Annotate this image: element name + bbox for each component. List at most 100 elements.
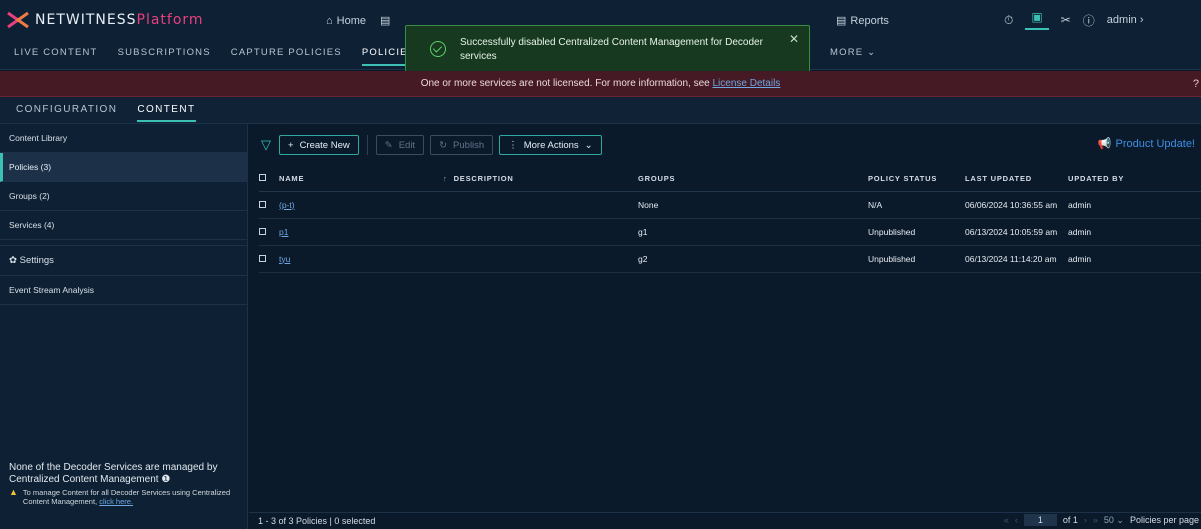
success-toast: Successfully disabled Centralized Conten…	[405, 25, 810, 74]
check-circle-icon	[430, 41, 446, 57]
last-page-icon[interactable]: »	[1093, 515, 1098, 525]
header-actions: ⏱ ▣ ✂ ⓘ admin ›	[1004, 10, 1144, 30]
next-page-icon[interactable]: ›	[1084, 515, 1087, 525]
sidebar-item-content-library[interactable]: Content Library	[0, 124, 247, 153]
close-icon[interactable]: ✕	[789, 32, 799, 46]
sidebar-item-settings[interactable]: ✿ Settings	[0, 246, 247, 276]
nav-investigate[interactable]: ▤	[380, 14, 394, 27]
tab-configuration[interactable]: CONFIGURATION	[16, 104, 117, 122]
banner-text: One or more services are not licensed. F…	[420, 78, 710, 89]
row-groups: None	[638, 191, 868, 219]
row-description	[443, 191, 638, 219]
row-groups: g2	[638, 245, 868, 273]
tools-icon[interactable]: ✂	[1061, 13, 1071, 27]
gear-icon: ✿	[9, 255, 17, 266]
row-updated-by: admin	[1068, 191, 1201, 219]
prev-page-icon[interactable]: ‹	[1015, 515, 1018, 525]
filter-icon[interactable]: ▽	[261, 137, 271, 153]
table-header-row: NAME ↑ DESCRIPTION GROUPS POLICY STATUS L…	[259, 167, 1201, 192]
reports-icon: ▤	[836, 15, 847, 27]
col-updated-by[interactable]: UPDATED BY	[1068, 167, 1201, 192]
sort-up-icon: ↑	[443, 174, 448, 184]
table-row[interactable]: p1 g1 Unpublished 06/13/2024 10:05:59 am…	[259, 218, 1201, 246]
col-policy-status[interactable]: POLICY STATUS	[868, 167, 965, 192]
row-description	[443, 245, 638, 273]
row-checkbox[interactable]	[259, 200, 266, 208]
page-count: of 1	[1062, 515, 1078, 525]
row-checkbox[interactable]	[259, 227, 266, 235]
admin-subnav: LIVE CONTENT SUBSCRIPTIONS CAPTURE POLIC…	[14, 47, 875, 66]
table-footer: 1 - 3 of 3 Policies | 0 selected « ‹ 1 o…	[249, 512, 1201, 529]
product-update-link[interactable]: 📢 Product Update!	[1097, 137, 1195, 151]
policy-name-link[interactable]: (p-t)	[279, 200, 295, 210]
banner-help-icon[interactable]: ?	[1193, 71, 1199, 97]
document-icon: ▤	[380, 15, 391, 27]
app-logo[interactable]: NETWITNESSPlatform	[6, 10, 204, 30]
refresh-icon: ↻	[439, 139, 448, 151]
row-checkbox[interactable]	[259, 254, 266, 262]
col-groups[interactable]: GROUPS	[638, 167, 868, 192]
tab-content[interactable]: CONTENT	[137, 104, 196, 122]
more-actions-button[interactable]: ⋮ More Actions ⌄	[499, 135, 602, 155]
nav-home-label: Home	[336, 14, 366, 27]
megaphone-icon: 📢	[1097, 138, 1112, 150]
sidebar-item-event-stream[interactable]: Event Stream Analysis	[0, 276, 247, 305]
table-row[interactable]: tyu g2 Unpublished 06/13/2024 11:14:20 a…	[259, 245, 1201, 273]
row-last-updated: 06/06/2024 10:36:55 am	[965, 191, 1068, 219]
warning-icon: ▲	[9, 487, 18, 497]
user-menu[interactable]: admin ›	[1107, 14, 1144, 26]
main-panel: ▽ + Create New ✎ Edit ↻ Publish ⋮ More Actio…	[249, 124, 1201, 529]
sidebar-item-groups[interactable]: Groups (2)	[0, 182, 247, 211]
pagination: « ‹ 1 of 1 › » 50 ⌄ Policies per page	[1004, 514, 1199, 526]
col-name[interactable]: NAME	[279, 167, 443, 192]
netwitness-logo-icon	[6, 11, 30, 29]
row-last-updated: 06/13/2024 10:05:59 am	[965, 218, 1068, 246]
first-page-icon[interactable]: «	[1004, 515, 1009, 525]
timer-icon[interactable]: ⏱	[1004, 13, 1013, 28]
subnav-live-content[interactable]: LIVE CONTENT	[14, 47, 98, 66]
nav-reports[interactable]: ▤ Reports	[836, 14, 889, 28]
row-groups: g1	[638, 218, 868, 246]
subnav-more[interactable]: MORE ⌄	[830, 47, 876, 58]
home-icon: ⌂	[326, 14, 333, 27]
top-navigation: ⌂ Home ▤	[326, 14, 394, 28]
logo-main-text: NETWITNESS	[35, 12, 137, 28]
per-page-select[interactable]: 50 ⌄	[1104, 515, 1124, 526]
logo-accent-text: Platform	[136, 12, 204, 28]
policy-name-link[interactable]: p1	[279, 227, 288, 237]
row-description	[443, 218, 638, 246]
plus-icon: +	[288, 139, 294, 151]
sidebar-item-policies[interactable]: Policies (3)	[0, 153, 247, 182]
edit-icon: ✎	[384, 139, 393, 151]
ccm-click-here-link[interactable]: click here.	[99, 497, 133, 506]
sidebar-item-services[interactable]: Services (4)	[0, 211, 247, 240]
kebab-icon: ⋮	[508, 139, 518, 151]
chevron-down-icon: ⌄	[867, 47, 877, 58]
license-banner: One or more services are not licensed. F…	[0, 71, 1201, 97]
row-updated-by: admin	[1068, 218, 1201, 246]
table-row[interactable]: (p-t) None N/A 06/06/2024 10:36:55 am ad…	[259, 191, 1201, 219]
col-description[interactable]: ↑ DESCRIPTION	[443, 167, 638, 192]
col-last-updated[interactable]: LAST UPDATED	[965, 167, 1068, 192]
nav-home[interactable]: ⌂ Home	[326, 14, 366, 27]
edit-button[interactable]: ✎ Edit	[375, 135, 425, 155]
chevron-down-icon: ⌄	[584, 139, 593, 151]
subnav-capture-policies[interactable]: CAPTURE POLICIES	[231, 47, 342, 66]
sidebar: Content Library Policies (3) Groups (2) …	[0, 124, 248, 529]
page-number-input[interactable]: 1	[1023, 514, 1057, 526]
create-new-button[interactable]: + Create New	[279, 135, 359, 155]
subnav-subscriptions[interactable]: SUBSCRIPTIONS	[118, 47, 211, 66]
select-all-checkbox[interactable]	[259, 174, 266, 182]
help-icon[interactable]: ⓘ	[1083, 12, 1095, 29]
policy-name-link[interactable]: tyu	[279, 254, 290, 264]
license-details-link[interactable]: License Details	[712, 78, 780, 89]
toolbar: ▽ + Create New ✎ Edit ↻ Publish ⋮ More Actio…	[261, 135, 602, 155]
admin-panel-icon[interactable]: ▣	[1025, 10, 1049, 30]
row-updated-by: admin	[1068, 245, 1201, 273]
config-tabs: CONFIGURATION CONTENT	[0, 97, 1201, 124]
publish-button[interactable]: ↻ Publish	[430, 135, 494, 155]
per-page-label: Policies per page	[1129, 515, 1199, 525]
toast-message: Successfully disabled Centralized Conten…	[460, 37, 763, 62]
row-status: Unpublished	[868, 245, 965, 273]
info-icon[interactable]: ❶	[161, 474, 170, 485]
